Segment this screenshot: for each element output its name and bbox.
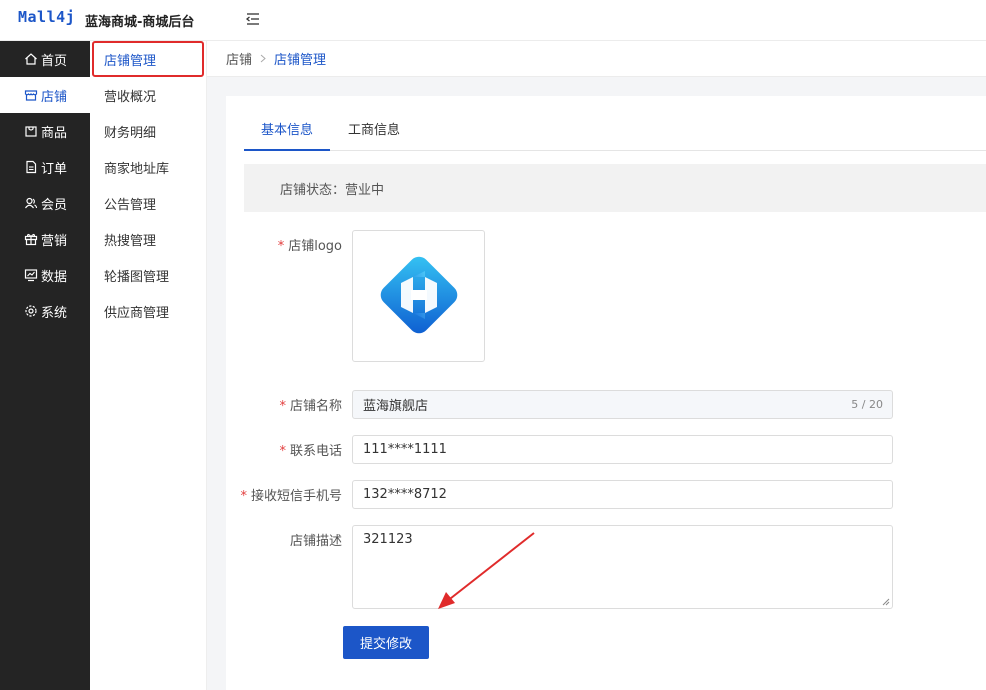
logo-label: * 店铺logo [222,235,342,254]
shop-name-input[interactable]: 蓝海旗舰店 5 / 20 [352,390,893,419]
submenu-item-announcements[interactable]: 公告管理 [90,185,206,221]
description-textarea[interactable]: 321123 [352,525,893,609]
submenu-item-hot-search[interactable]: 热搜管理 [90,221,206,257]
shop-icon [24,88,38,102]
sidebar-item-label: 数据 [41,269,68,285]
required-mark: * [277,239,285,254]
phone-value: 111****1111 [363,442,447,457]
phone-input[interactable]: 111****1111 [352,435,893,464]
sidebar-item-order[interactable]: 订单 [0,149,90,185]
sms-phone-input[interactable]: 132****8712 [352,480,893,509]
home-icon [24,52,38,66]
settings-icon [24,304,38,318]
description-value: 321123 [363,532,413,547]
tab-basic-info[interactable]: 基本信息 [244,116,330,151]
phone-label: * 联系电话 [222,440,342,459]
required-mark: * [279,444,286,459]
sidebar-item-label: 店铺 [41,89,68,105]
tab-business-info[interactable]: 工商信息 [342,116,406,151]
submenu-item-revenue-overview[interactable]: 营收概况 [90,77,206,113]
sidebar-item-system[interactable]: 系统 [0,293,90,329]
sidebar-item-label: 商品 [41,125,68,141]
required-mark: * [240,489,247,504]
sms-phone-label: * 接收短信手机号 [222,485,342,504]
data-icon [24,268,38,282]
shop-name-label-text: 店铺名称 [289,399,342,414]
order-icon [24,160,38,174]
description-label: 店铺描述 [289,534,342,549]
breadcrumb-link-shop[interactable]: 店铺 [226,49,252,68]
submit-button[interactable]: 提交修改 [343,626,429,659]
member-icon [24,196,38,210]
shop-logo-image [380,256,458,334]
resize-handle-icon[interactable] [882,598,890,606]
menu-collapse-icon[interactable] [245,11,261,27]
info-tabs: 基本信息 工商信息 [244,116,986,151]
breadcrumb-current: 店铺管理 [274,53,327,68]
required-mark: * [279,399,286,414]
shop-name-value: 蓝海旗舰店 [363,399,429,414]
sidebar-item-label: 订单 [41,161,68,177]
char-counter: 5 / 20 [851,398,883,411]
logo-label-text: 店铺logo [288,239,342,254]
submenu-item-finance-details[interactable]: 财务明细 [90,113,206,149]
sidebar-item-data[interactable]: 数据 [0,257,90,293]
shop-info-card: 基本信息 工商信息 店铺状态：营业中 * 店铺logo * 店铺名称 蓝海旗舰店… [226,96,986,690]
logo-uploader[interactable] [352,230,485,362]
sms-phone-value: 132****8712 [363,487,447,502]
sidebar-item-shop[interactable]: 店铺 [0,77,90,113]
sidebar-item-product[interactable]: 商品 [0,113,90,149]
sidebar-item-marketing[interactable]: 营销 [0,221,90,257]
sms-phone-label-text: 接收短信手机号 [250,489,342,504]
breadcrumb-separator-icon [260,52,266,66]
breadcrumb: 店铺 店铺管理 [207,41,986,77]
shop-submenu: 店铺管理 营收概况 财务明细 商家地址库 公告管理 热搜管理 轮播图管理 供应商… [90,41,207,690]
phone-label-text: 联系电话 [289,444,342,459]
submenu-item-shop-management[interactable]: 店铺管理 [92,41,204,77]
submenu-item-suppliers[interactable]: 供应商管理 [90,293,206,329]
product-icon [24,124,38,138]
submenu-item-banners[interactable]: 轮播图管理 [90,257,206,293]
sidebar-item-label: 系统 [41,305,68,321]
sidebar-item-label: 营销 [41,233,68,249]
brand-logo[interactable]: Mall4j [18,8,75,26]
shop-status-text: 店铺状态：营业中 [280,182,385,198]
shop-status-bar: 店铺状态：营业中 [244,164,986,212]
sidebar-item-home[interactable]: 首页 [0,41,90,77]
submenu-item-address-library[interactable]: 商家地址库 [90,149,206,185]
gift-icon [24,232,38,246]
app-title: 蓝海商城-商城后台 [85,15,195,30]
top-header: Mall4j 蓝海商城-商城后台 [0,0,986,41]
sidebar-item-label: 首页 [41,53,68,69]
shop-name-label: * 店铺名称 [222,395,342,414]
main-sidebar: 首页 店铺 商品 订单 会员 营销 数据 系统 [0,41,90,690]
sidebar-item-label: 会员 [41,197,68,213]
sidebar-item-member[interactable]: 会员 [0,185,90,221]
